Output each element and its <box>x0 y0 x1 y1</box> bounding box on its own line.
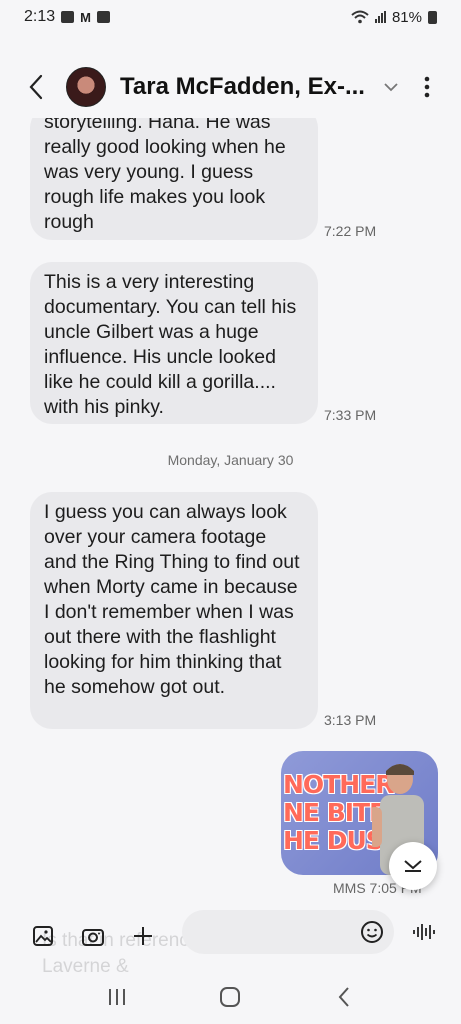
conversation-header: Tara McFadden, Ex-... <box>0 56 461 118</box>
emoji-icon <box>361 921 383 943</box>
more-options-button[interactable] <box>409 67 445 107</box>
image-notification-icon <box>61 11 75 23</box>
date-separator: Monday, January 30 <box>167 452 294 468</box>
message-text: This is a very interesting documentary. … <box>44 271 297 418</box>
chevron-down-icon <box>384 82 398 91</box>
voice-input-button[interactable] <box>404 912 444 952</box>
gmail-notification-icon: M <box>80 9 91 25</box>
gallery-icon <box>33 926 53 946</box>
expand-contact-button[interactable] <box>373 67 409 107</box>
more-vert-icon <box>424 76 430 98</box>
message-text: storytelling. Haha. He was really good l… <box>44 118 286 233</box>
gallery-button[interactable] <box>18 911 68 961</box>
message-bubble[interactable]: storytelling. Haha. He was really good l… <box>30 118 318 240</box>
composer <box>0 906 461 966</box>
system-nav-bar <box>0 970 461 1024</box>
message-time: 7:33 PM <box>324 407 377 423</box>
message-bubble[interactable]: I guess you can always look over your ca… <box>30 492 318 729</box>
recents-icon <box>108 989 125 1005</box>
back-nav-icon <box>338 987 349 1007</box>
camera-icon <box>82 929 104 946</box>
nav-back-button[interactable] <box>319 977 369 1017</box>
app-notification-icon <box>96 11 110 23</box>
battery-icon <box>428 10 437 24</box>
back-button[interactable] <box>16 67 56 107</box>
camera-button[interactable] <box>68 911 118 961</box>
status-time: 2:13 <box>24 8 56 25</box>
message-time: 7:22 PM <box>324 223 377 239</box>
home-button[interactable] <box>205 977 255 1017</box>
chevron-down-icon <box>404 860 422 872</box>
attach-button[interactable] <box>118 911 168 961</box>
wifi-icon <box>351 10 369 24</box>
message-text: I guess you can always look over your ca… <box>44 501 300 698</box>
contact-avatar[interactable] <box>66 67 106 107</box>
scroll-to-bottom-button[interactable] <box>389 842 437 890</box>
status-bar: 2:13 M 81% <box>0 0 461 34</box>
recents-button[interactable] <box>92 977 142 1017</box>
home-icon <box>220 987 241 1007</box>
voice-icon <box>413 924 435 940</box>
signal-icon <box>374 11 386 23</box>
plus-icon <box>134 927 152 945</box>
back-icon <box>29 74 43 100</box>
emoji-button[interactable] <box>352 912 392 952</box>
contact-name[interactable]: Tara McFadden, Ex-... <box>120 73 373 101</box>
status-left: 2:13 M <box>24 8 110 26</box>
battery-percent: 81% <box>391 8 422 26</box>
message-list[interactable]: storytelling. Haha. He was really good l… <box>0 118 461 908</box>
message-bubble[interactable]: This is a very interesting documentary. … <box>30 262 318 424</box>
status-right: 81% <box>351 9 437 26</box>
message-time: 3:13 PM <box>324 712 377 728</box>
